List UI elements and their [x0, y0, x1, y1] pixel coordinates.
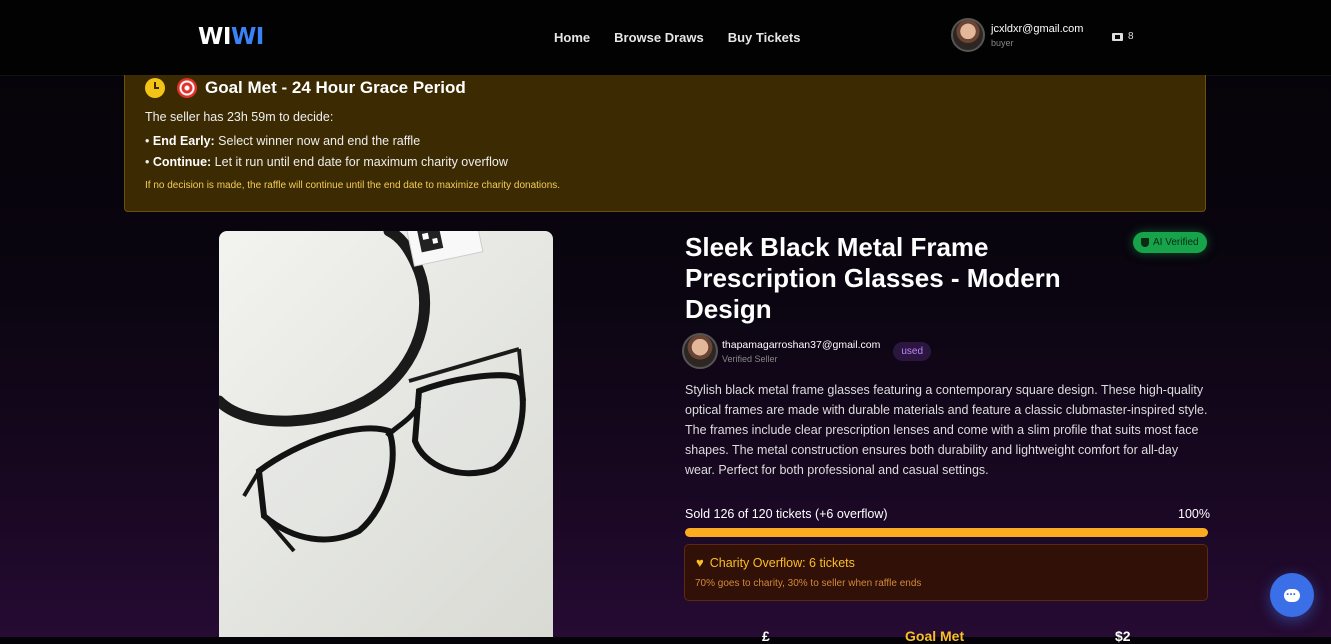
nav-buy-tickets[interactable]: Buy Tickets [728, 30, 801, 45]
seller-avatar[interactable] [682, 333, 718, 369]
seller-details: thapamagarroshan37@gmail.com Verified Se… [722, 339, 880, 364]
user-email: jcxldxr@gmail.com [991, 22, 1084, 35]
goal-met-banner: Goal Met - 24 Hour Grace Period The sell… [124, 75, 1206, 212]
goal-title-text: Goal Met - 24 Hour Grace Period [205, 78, 466, 97]
seller-info[interactable]: thapamagarroshan37@gmail.com Verified Se… [682, 333, 932, 369]
nav-links: Home Browse Draws Buy Tickets [554, 30, 800, 45]
user-info: jcxldxr@gmail.com buyer [991, 23, 1083, 48]
stat-price: $2 [1115, 628, 1131, 644]
seller-role: Verified Seller [722, 353, 778, 364]
shield-icon [1141, 238, 1149, 247]
ticket-progress-bar [685, 528, 1208, 537]
ticket-icon [1112, 32, 1123, 41]
product-photo[interactable] [219, 231, 553, 637]
progress-percent: 100% [1178, 507, 1210, 521]
top-navbar: WIWI Home Browse Draws Buy Tickets jcxld… [0, 0, 1331, 76]
seller-email: thapamagarroshan37@gmail.com [722, 338, 881, 351]
charity-overflow-subtitle: 70% goes to charity, 30% to seller when … [695, 578, 922, 589]
ai-verified-badge: AI Verified [1133, 232, 1207, 253]
nav-browse-draws[interactable]: Browse Draws [614, 30, 704, 45]
tickets-sold-text: Sold 126 of 120 tickets (+6 overflow) [685, 507, 888, 521]
ticket-counter[interactable]: 8 [1112, 31, 1134, 42]
chat-icon [1284, 584, 1300, 602]
nav-home[interactable]: Home [554, 30, 590, 45]
goal-note: If no decision is made, the raffle will … [145, 180, 561, 191]
goal-intro: The seller has 23h 59m to decide: [145, 110, 334, 124]
target-icon [177, 78, 197, 98]
charity-overflow-title: ♥ Charity Overflow: 6 tickets [696, 555, 855, 570]
user-role: buyer [991, 37, 1014, 48]
ticket-count: 8 [1128, 31, 1134, 42]
avatar[interactable] [951, 18, 985, 52]
progress-fill [685, 528, 1208, 537]
listing-description: Stylish black metal frame glasses featur… [685, 383, 1208, 477]
user-menu[interactable]: jcxldxr@gmail.com buyer [951, 18, 1083, 52]
goal-option-continue: • Continue: Let it run until end date fo… [145, 155, 508, 169]
chat-button[interactable] [1270, 573, 1314, 617]
stat-goal-met: Goal Met [905, 628, 965, 644]
logo[interactable]: WIWI [198, 24, 264, 50]
goal-banner-title: Goal Met - 24 Hour Grace Period [145, 78, 466, 98]
goal-option-end-early: • End Early: Select winner now and end t… [145, 134, 421, 148]
condition-badge: used [893, 341, 932, 361]
charity-overflow-box: ♥ Charity Overflow: 6 tickets 70% goes t… [684, 544, 1208, 601]
clock-icon [145, 78, 165, 98]
heart-icon: ♥ [696, 555, 704, 570]
stat-currency: £ [762, 628, 770, 644]
listing-title: Sleek Black Metal Frame Prescription Gla… [685, 232, 1061, 324]
